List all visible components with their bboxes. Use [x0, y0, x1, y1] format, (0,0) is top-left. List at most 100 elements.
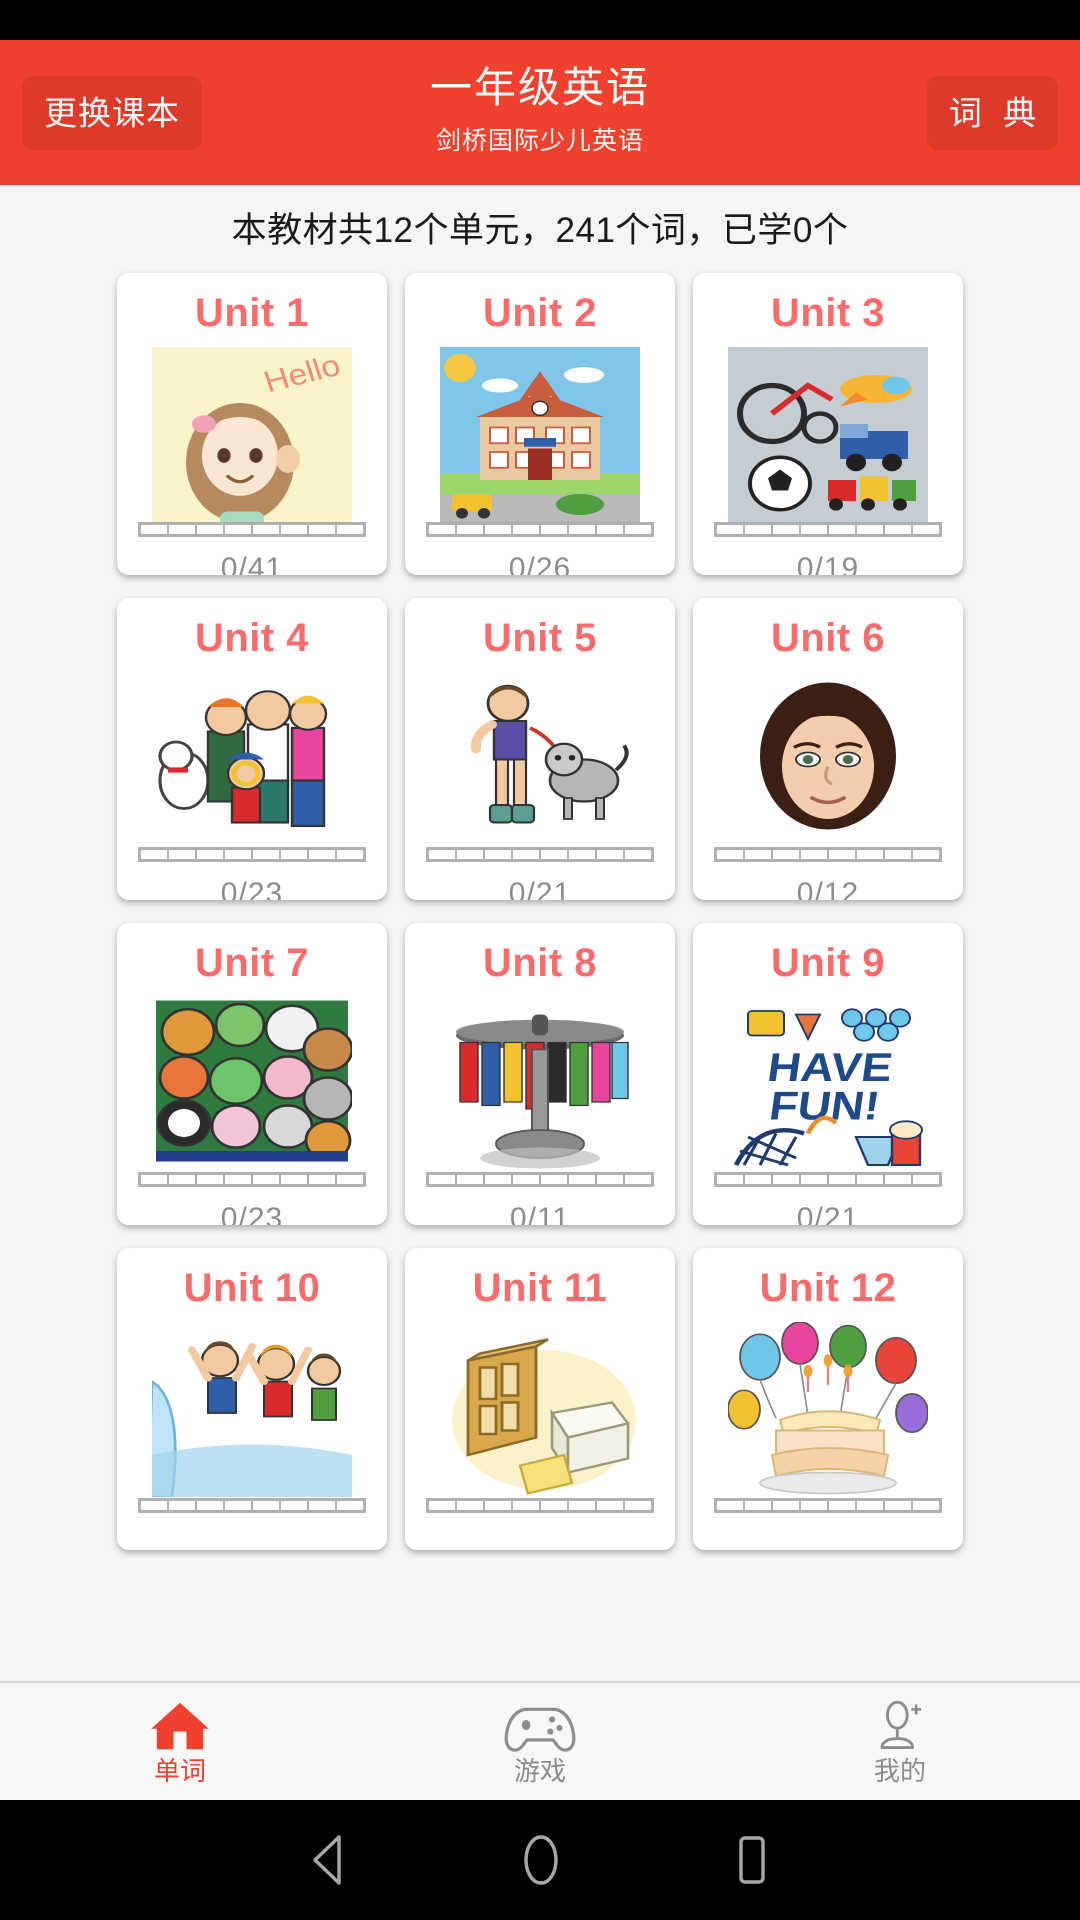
progress-segment [885, 850, 913, 859]
unit-progress-bar [714, 1498, 942, 1513]
unit-title: Unit 6 [770, 616, 886, 660]
unit-grid: Unit 1 Hello 0/41 Unit 2 0/26 Unit 3 0/1… [0, 269, 1080, 1550]
unit-progress-bar [138, 847, 366, 862]
summary-text: 本教材共12个单元，241个词，已学0个 [231, 210, 849, 250]
progress-segment [457, 525, 485, 534]
progress-segment [597, 525, 625, 534]
progress-segment [745, 525, 773, 534]
progress-segment [337, 1501, 363, 1510]
back-triangle-icon[interactable] [305, 1833, 355, 1887]
home-circle-icon[interactable] [515, 1832, 567, 1888]
progress-segment [801, 1501, 829, 1510]
unit-progress-bar [426, 847, 654, 862]
summary-bar: 本教材共12个单元，241个词，已学0个 [0, 185, 1080, 269]
tab-games[interactable]: 游戏 [360, 1683, 720, 1800]
unit-word-count: 0/19 [796, 552, 860, 576]
progress-segment [801, 1175, 829, 1184]
progress-segment [569, 525, 597, 534]
progress-segment [597, 1175, 625, 1184]
unit-title: Unit 10 [183, 1266, 321, 1310]
progress-segment [225, 525, 253, 534]
unit-grid-scroll[interactable]: Unit 1 Hello 0/41 Unit 2 0/26 Unit 3 0/1… [0, 269, 1080, 1681]
progress-segment [885, 525, 913, 534]
unit-thumbnail-school-building [440, 347, 640, 522]
unit-title: Unit 5 [482, 616, 598, 660]
unit-card[interactable]: Unit 8 0/11 [405, 923, 675, 1225]
unit-card[interactable]: Unit 11 [405, 1248, 675, 1550]
progress-segment [745, 850, 773, 859]
progress-segment [541, 525, 569, 534]
progress-segment [429, 525, 457, 534]
progress-segment [717, 525, 745, 534]
progress-segment [597, 850, 625, 859]
progress-segment [197, 525, 225, 534]
unit-card[interactable]: Unit 6 0/12 [693, 598, 963, 900]
unit-card[interactable]: Unit 2 0/26 [405, 273, 675, 575]
progress-segment [625, 525, 651, 534]
unit-card[interactable]: Unit 12 [693, 1248, 963, 1550]
unit-word-count: 0/21 [796, 1202, 860, 1226]
progress-segment [457, 1501, 485, 1510]
progress-segment [857, 850, 885, 859]
unit-card[interactable]: Unit 5 0/21 [405, 598, 675, 900]
progress-segment [625, 1175, 651, 1184]
unit-card[interactable]: Unit 7 0/23 [117, 923, 387, 1225]
unit-card[interactable]: Unit 10 [117, 1248, 387, 1550]
tab-games-label: 游戏 [513, 1755, 566, 1786]
unit-title: Unit 9 [770, 941, 886, 985]
progress-segment [857, 1501, 885, 1510]
change-textbook-button[interactable]: 更换课本 [22, 75, 202, 150]
progress-segment [717, 1501, 745, 1510]
unit-thumbnail-have-fun: HAVE FUN! [728, 997, 928, 1172]
progress-segment [569, 1501, 597, 1510]
progress-segment [197, 1501, 225, 1510]
unit-progress-bar [426, 1498, 654, 1513]
progress-segment [541, 1501, 569, 1510]
progress-segment [253, 1501, 281, 1510]
recents-square-icon[interactable] [727, 1832, 775, 1888]
progress-segment [337, 1175, 363, 1184]
progress-segment [569, 1175, 597, 1184]
progress-segment [829, 850, 857, 859]
unit-card[interactable]: Unit 1 Hello 0/41 [117, 273, 387, 575]
unit-progress-bar [714, 847, 942, 862]
tab-words[interactable]: 单词 [0, 1683, 360, 1800]
unit-card[interactable]: Unit 3 0/19 [693, 273, 963, 575]
unit-card[interactable]: Unit 9 HAVE FUN! 0/21 [693, 923, 963, 1225]
progress-segment [513, 1501, 541, 1510]
dictionary-button[interactable]: 词 典 [926, 75, 1058, 150]
person-add-icon [870, 1700, 930, 1752]
unit-progress-bar [426, 522, 654, 537]
unit-progress-bar [138, 1498, 366, 1513]
unit-title: Unit 4 [194, 616, 310, 660]
progress-segment [485, 1501, 513, 1510]
unit-thumbnail-face-portrait [728, 672, 928, 847]
tab-profile[interactable]: 我的 [720, 1683, 1080, 1800]
unit-word-count: 0/11 [509, 1202, 571, 1226]
progress-segment [913, 1501, 939, 1510]
page-subtitle: 剑桥国际少儿英语 [435, 126, 644, 155]
progress-segment [281, 525, 309, 534]
progress-segment [253, 850, 281, 859]
progress-segment [169, 850, 197, 859]
progress-segment [309, 1501, 337, 1510]
progress-segment [169, 1501, 197, 1510]
progress-segment [857, 525, 885, 534]
progress-segment [625, 1501, 651, 1510]
unit-thumbnail-girl-hello: Hello [152, 347, 352, 522]
unit-title: Unit 12 [759, 1266, 897, 1310]
progress-segment [913, 1175, 939, 1184]
progress-segment [429, 1175, 457, 1184]
progress-segment [141, 525, 169, 534]
progress-segment [337, 850, 363, 859]
unit-thumbnail-water-slide [152, 1322, 352, 1497]
unit-card[interactable]: Unit 4 0/23 [117, 598, 387, 900]
progress-segment [457, 850, 485, 859]
progress-segment [141, 1501, 169, 1510]
progress-segment [485, 850, 513, 859]
progress-segment [309, 850, 337, 859]
progress-segment [773, 850, 801, 859]
progress-segment [485, 525, 513, 534]
progress-segment [885, 1175, 913, 1184]
progress-segment [745, 1501, 773, 1510]
